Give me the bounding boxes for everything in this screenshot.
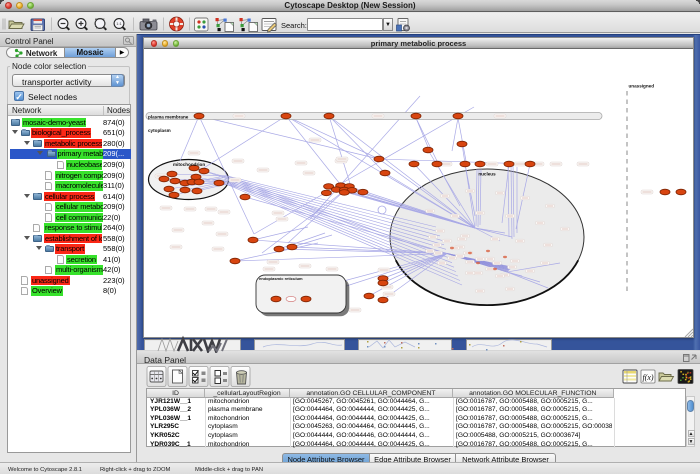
svg-text:1:1: 1:1 [116, 21, 122, 26]
svg-text:f(x): f(x) [642, 373, 653, 382]
svg-text:unassigned: unassigned [629, 84, 655, 89]
svg-text:endoplasmic reticulum: endoplasmic reticulum [259, 276, 303, 281]
svg-text:mitochondrion: mitochondrion [173, 162, 205, 167]
svg-text:plasma membrane: plasma membrane [148, 115, 189, 120]
svg-text:cytoplasm: cytoplasm [148, 128, 171, 133]
svg-text:nucleus: nucleus [478, 172, 496, 177]
